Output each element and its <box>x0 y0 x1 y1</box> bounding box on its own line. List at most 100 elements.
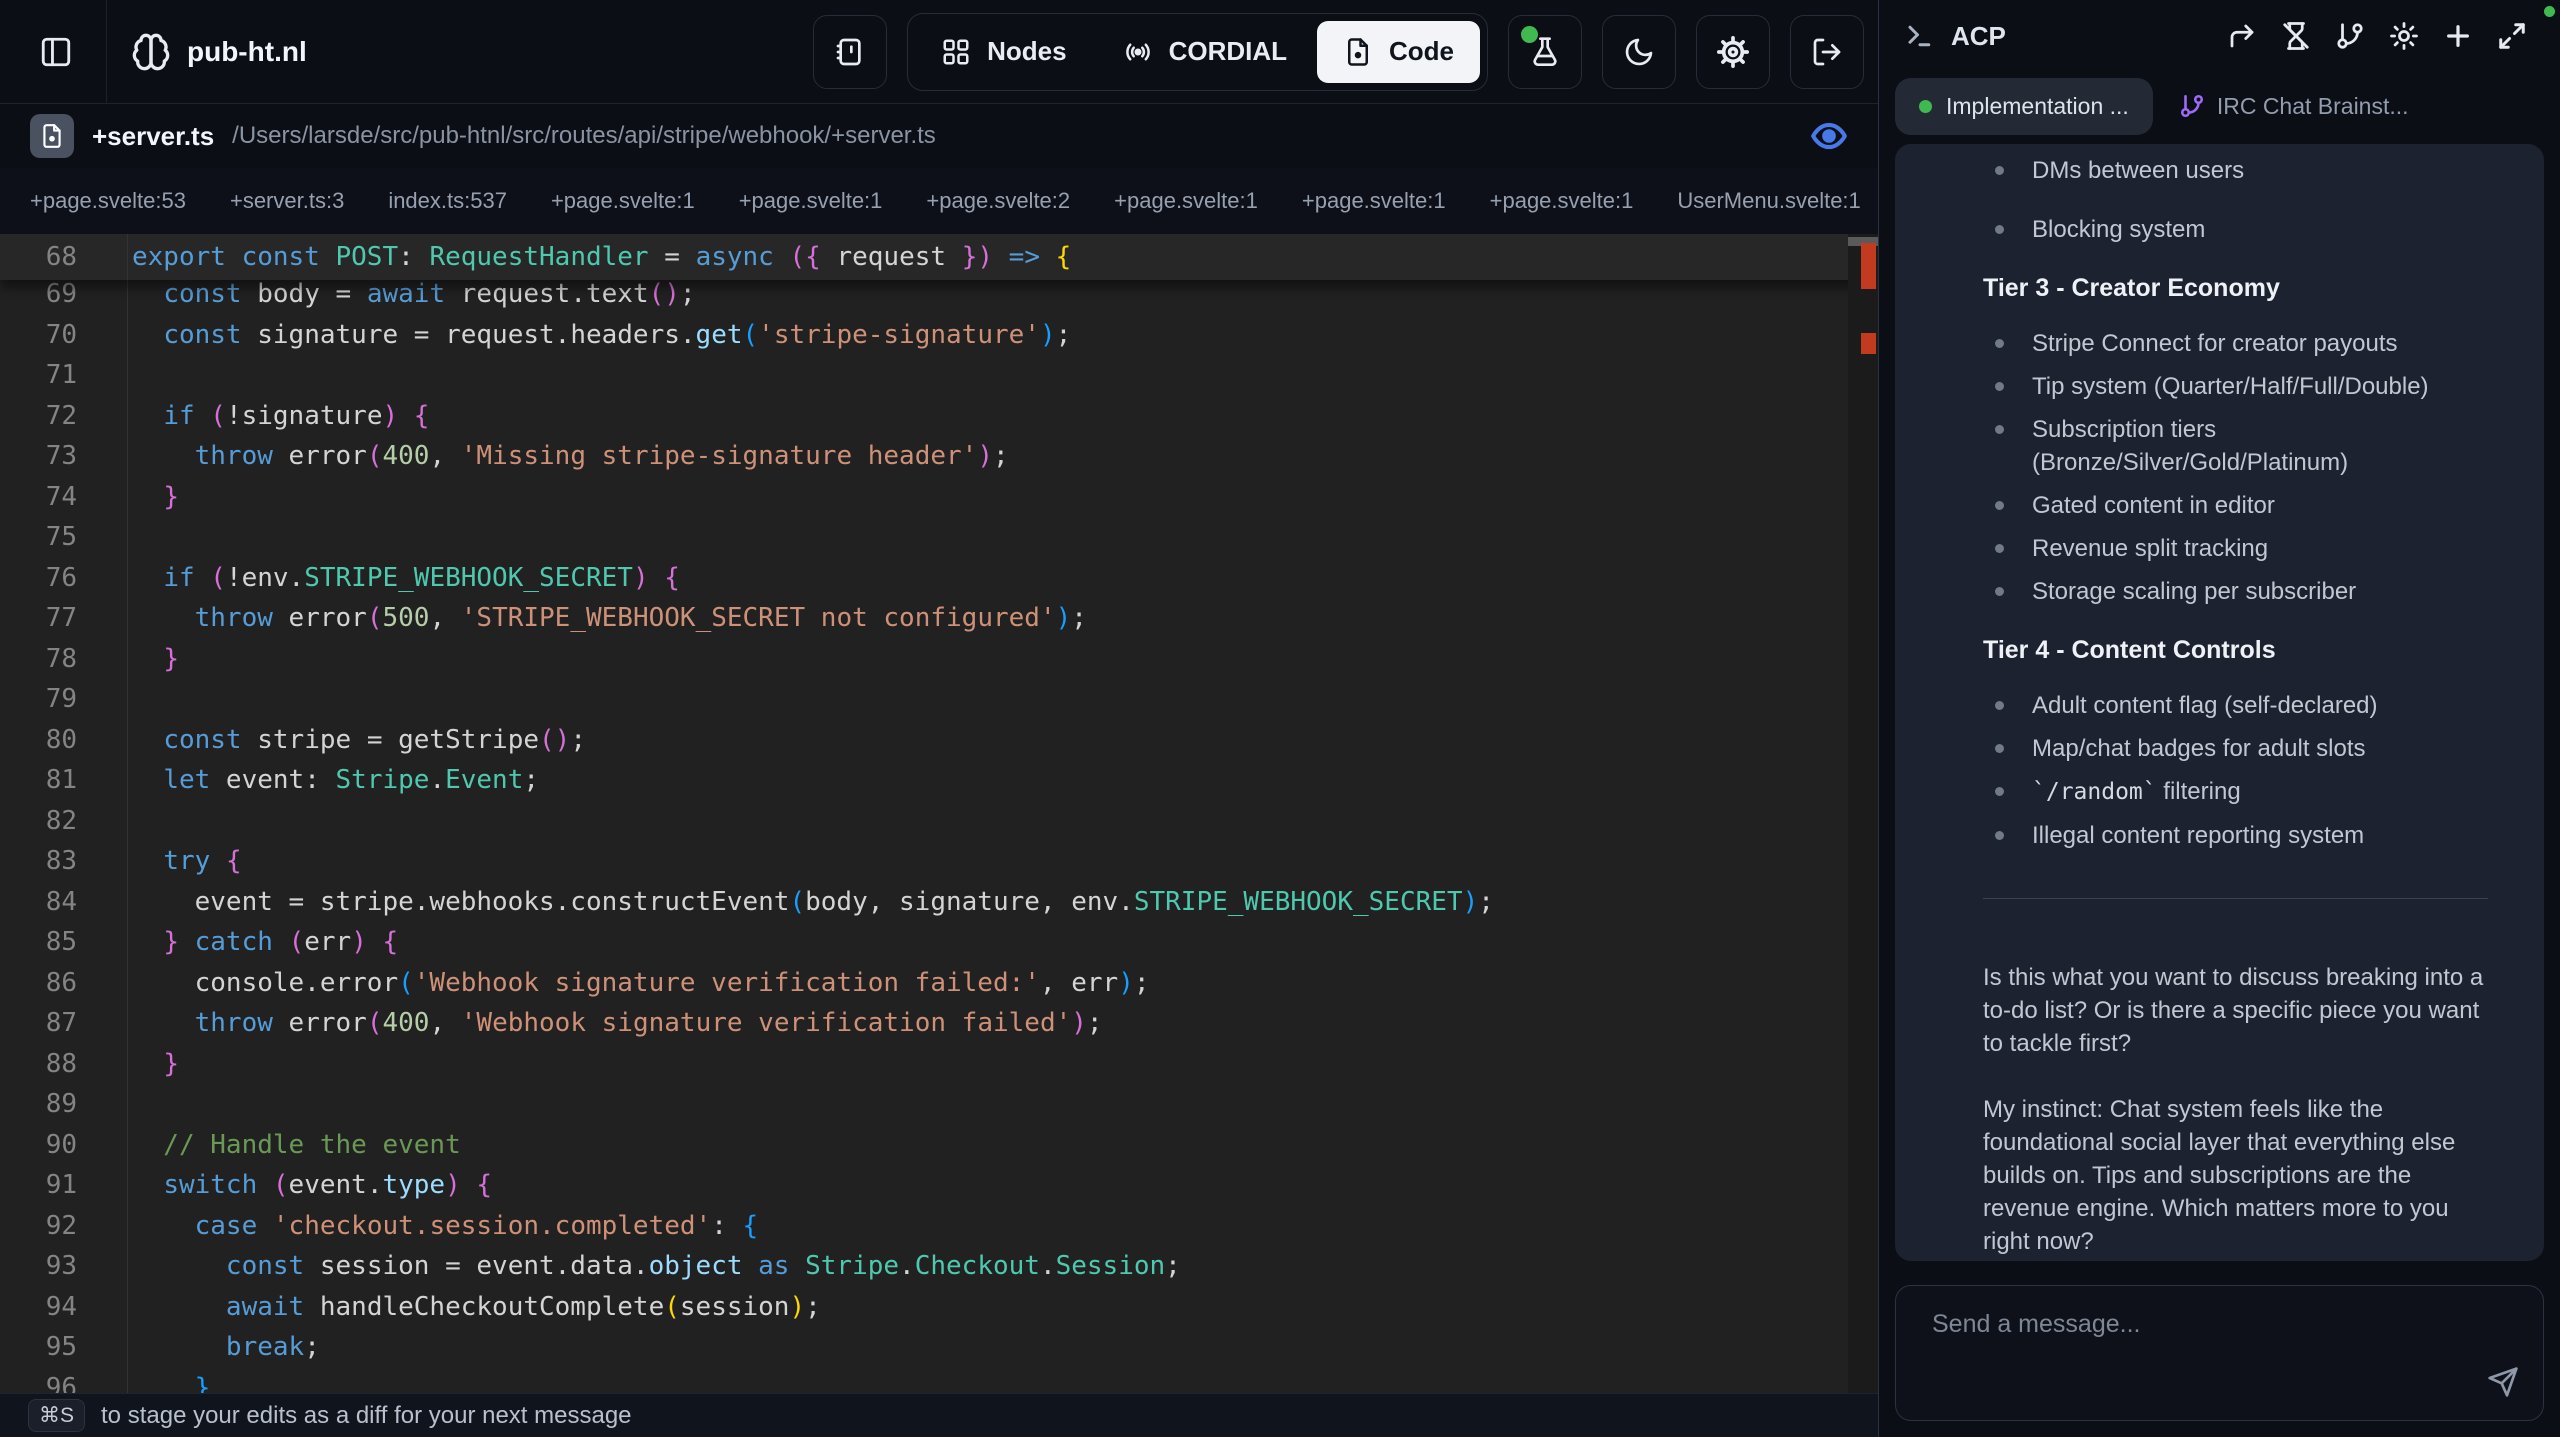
list-item: DMs between users <box>1983 154 2498 187</box>
code-line-91[interactable]: 91 switch (event.type) { <box>0 1165 1878 1206</box>
log-out-icon <box>1811 36 1843 68</box>
tab-item[interactable]: UserMenu.svelte:1 <box>1677 188 1860 214</box>
tab-item[interactable]: +server.ts:3 <box>230 188 344 214</box>
branch-button[interactable] <box>2328 14 2372 58</box>
tab-item[interactable]: +page.svelte:1 <box>1490 188 1634 214</box>
code-text: } <box>128 477 179 518</box>
plus-icon <box>2442 20 2474 52</box>
topbar: pub-ht.nl Nodes <box>0 0 1878 104</box>
code-line-68[interactable]: 68export const POST: RequestHandler = as… <box>0 234 1878 280</box>
code-text <box>128 517 132 558</box>
code-line-83[interactable]: 83 try { <box>0 841 1878 882</box>
code-line-94[interactable]: 94 await handleCheckoutComplete(session)… <box>0 1287 1878 1328</box>
code-line-82[interactable]: 82 <box>0 801 1878 842</box>
code-text <box>128 355 132 396</box>
message-card: DMs between users Blocking system Tier 3 -… <box>1895 144 2544 1261</box>
code-line-69[interactable]: 69 const body = await request.text(); <box>0 274 1878 315</box>
history-off-button[interactable] <box>2274 14 2318 58</box>
code-line-75[interactable]: 75 <box>0 517 1878 558</box>
code-text: console.error('Webhook signature verific… <box>128 963 1150 1004</box>
code-line-72[interactable]: 72 if (!signature) { <box>0 396 1878 437</box>
tab-item[interactable]: +page.svelte:53 <box>30 188 186 214</box>
code-text <box>128 679 132 720</box>
view-tab-label: Nodes <box>987 36 1066 67</box>
line-number: 94 <box>0 1287 128 1328</box>
panel-toggle-button[interactable] <box>26 15 86 89</box>
code-line-89[interactable]: 89 <box>0 1084 1878 1125</box>
line-number: 77 <box>0 598 128 639</box>
code-line-85[interactable]: 85 } catch (err) { <box>0 922 1878 963</box>
bullet-icon <box>1995 744 2004 753</box>
view-tab-label: Code <box>1389 36 1454 67</box>
code-line-70[interactable]: 70 const signature = request.headers.get… <box>0 315 1878 356</box>
code-line-79[interactable]: 79 <box>0 679 1878 720</box>
list-item: Stripe Connect for creator payouts <box>1983 327 2498 360</box>
notebook-icon <box>834 36 866 68</box>
code-line-78[interactable]: 78 } <box>0 639 1878 680</box>
bullet-icon <box>1995 501 2004 510</box>
line-number: 82 <box>0 801 128 842</box>
divider <box>106 0 107 104</box>
list-item-text: Gated content in editor <box>2032 489 2275 522</box>
thread-tab-active[interactable]: Implementation ... <box>1895 78 2153 135</box>
message-input[interactable] <box>1896 1286 2543 1420</box>
tab-item[interactable]: +page.svelte:1 <box>1114 188 1258 214</box>
code-line-84[interactable]: 84 event = stripe.webhooks.constructEven… <box>0 882 1878 923</box>
code-line-71[interactable]: 71 <box>0 355 1878 396</box>
active-dot <box>1919 100 1932 113</box>
code-line-74[interactable]: 74 } <box>0 477 1878 518</box>
tab-item[interactable]: +page.svelte:1 <box>551 188 695 214</box>
tab-item[interactable]: +page.svelte:1 <box>739 188 883 214</box>
theme-button[interactable] <box>1602 15 1676 89</box>
line-number: 81 <box>0 760 128 801</box>
list-item: Blocking system <box>1983 213 2498 246</box>
settings-button[interactable] <box>1696 15 1770 89</box>
code-line-96[interactable]: 96 } <box>0 1368 1878 1394</box>
code-line-77[interactable]: 77 throw error(500, 'STRIPE_WEBHOOK_SECR… <box>0 598 1878 639</box>
code-line-80[interactable]: 80 const stripe = getStripe(); <box>0 720 1878 761</box>
code-line-81[interactable]: 81 let event: Stripe.Event; <box>0 760 1878 801</box>
code-line-73[interactable]: 73 throw error(400, 'Missing stripe-sign… <box>0 436 1878 477</box>
view-tab-nodes[interactable]: Nodes <box>915 21 1092 83</box>
code-line-93[interactable]: 93 const session = event.data.object as … <box>0 1246 1878 1287</box>
forward-button[interactable] <box>2220 14 2264 58</box>
code-line-90[interactable]: 90 // Handle the event <box>0 1125 1878 1166</box>
thread-tab-inactive[interactable]: IRC Chat Brainst... <box>2179 93 2409 120</box>
view-tab-code[interactable]: Code <box>1317 21 1480 83</box>
panel-title: ACP <box>1951 21 2006 52</box>
code-line-87[interactable]: 87 throw error(400, 'Webhook signature v… <box>0 1003 1878 1044</box>
code-text: const session = event.data.object as Str… <box>128 1246 1181 1287</box>
list-item-text: Adult content flag (self-declared) <box>2032 689 2378 722</box>
error-marker <box>1861 243 1876 289</box>
editor-scrollbar[interactable] <box>1848 234 1878 1393</box>
experiments-button[interactable] <box>1508 15 1582 89</box>
preview-toggle-button[interactable] <box>1810 117 1848 155</box>
status-hint: to stage your edits as a diff for your n… <box>101 1402 632 1430</box>
bullet-icon <box>1995 544 2004 553</box>
send-button[interactable] <box>2487 1366 2519 1398</box>
tab-item[interactable]: index.ts:537 <box>388 188 507 214</box>
expand-button[interactable] <box>2490 14 2534 58</box>
notebook-button[interactable] <box>813 15 887 89</box>
send-icon <box>2487 1366 2519 1398</box>
section-heading: Tier 3 - Creator Economy <box>1983 274 2498 303</box>
model-button[interactable] <box>2382 14 2426 58</box>
view-tab-cordial[interactable]: CORDIAL <box>1097 21 1313 83</box>
code-text: case 'checkout.session.completed': { <box>128 1206 758 1247</box>
list-item: Storage scaling per subscriber <box>1983 575 2498 608</box>
code-line-88[interactable]: 88 } <box>0 1044 1878 1085</box>
code-editor[interactable]: 68export const POST: RequestHandler = as… <box>0 234 1878 1393</box>
brand: pub-ht.nl <box>131 32 307 72</box>
line-number: 87 <box>0 1003 128 1044</box>
code-line-92[interactable]: 92 case 'checkout.session.completed': { <box>0 1206 1878 1247</box>
code-line-76[interactable]: 76 if (!env.STRIPE_WEBHOOK_SECRET) { <box>0 558 1878 599</box>
git-branch-icon <box>2179 93 2205 119</box>
tab-strip: +page.svelte:53 +server.ts:3 index.ts:537 +… <box>0 168 1878 234</box>
status-dot <box>1521 26 1538 43</box>
tab-item[interactable]: +page.svelte:2 <box>926 188 1070 214</box>
new-thread-button[interactable] <box>2436 14 2480 58</box>
logout-button[interactable] <box>1790 15 1864 89</box>
code-line-86[interactable]: 86 console.error('Webhook signature veri… <box>0 963 1878 1004</box>
code-line-95[interactable]: 95 break; <box>0 1327 1878 1368</box>
tab-item[interactable]: +page.svelte:1 <box>1302 188 1446 214</box>
